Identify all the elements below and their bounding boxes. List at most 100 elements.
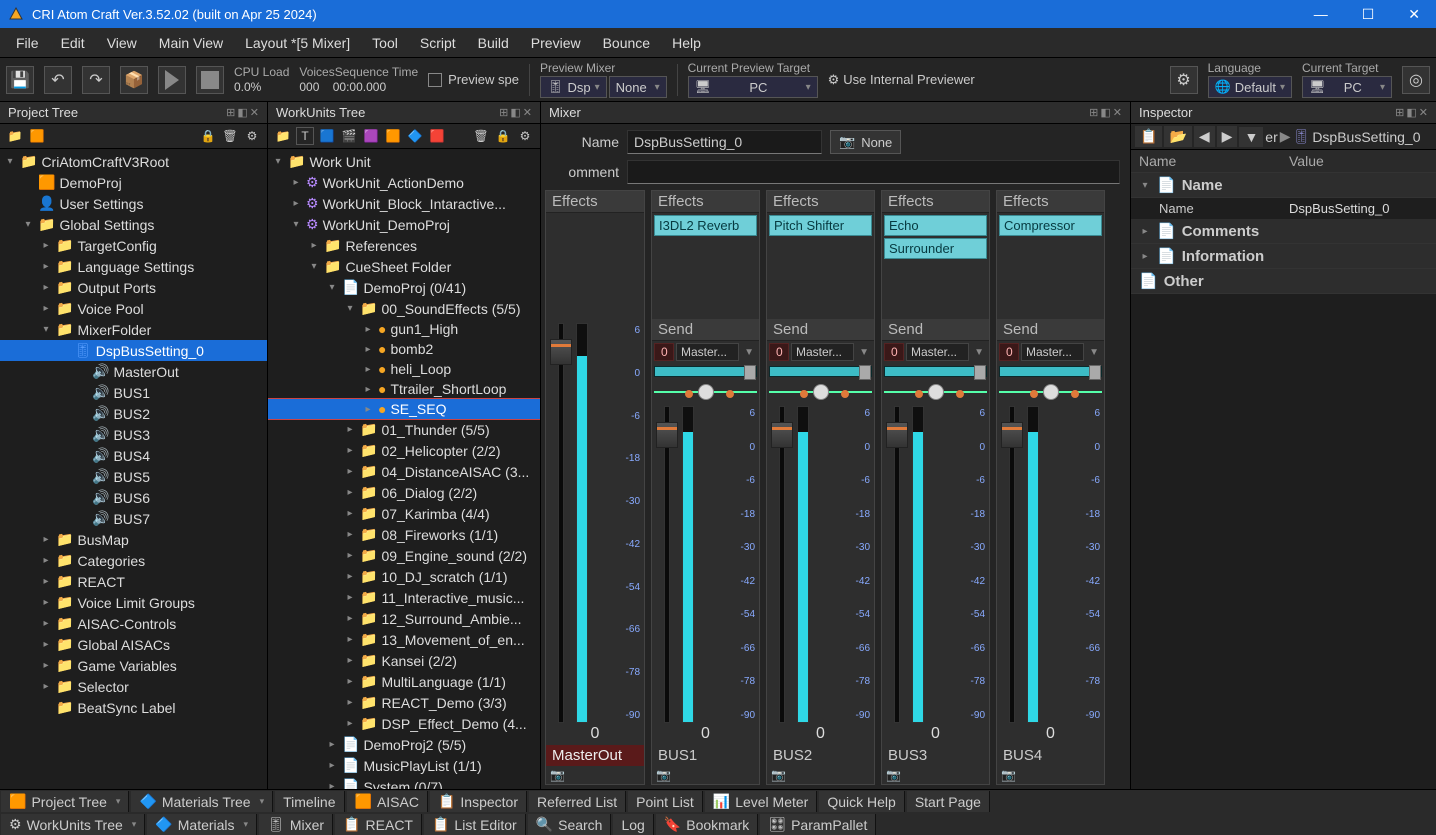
fader[interactable] (548, 323, 574, 723)
tree-item[interactable]: ▸📄 DemoProj2 (5/5) (268, 734, 540, 755)
toolbar-gear-button[interactable]: ⚙ (1170, 66, 1198, 94)
wu-icon-2[interactable]: 🟦 (318, 127, 336, 145)
insp-dd-button[interactable]: ▼ (1239, 127, 1263, 147)
tree-item[interactable]: ▸📁 BusMap (0, 529, 267, 550)
tree-root[interactable]: ▾📁 CriAtomCraftV3Root (0, 151, 267, 172)
fader[interactable] (654, 406, 680, 723)
workunits-tree-body[interactable]: ▾📁 Work Unit▸⚙ WorkUnit_ActionDemo▸⚙ Wor… (268, 149, 540, 789)
tree-item[interactable]: ▸📁 09_Engine_sound (2/2) (268, 545, 540, 566)
tree-item[interactable]: 🔊 BUS1 (0, 382, 267, 403)
panel-pop-icon[interactable]: ◧ (510, 106, 520, 119)
strip-name[interactable]: BUS4 (997, 745, 1104, 766)
bottom-tab-workunits-tree[interactable]: ⚙WorkUnits Tree▾ (1, 814, 145, 835)
panel-pin-icon[interactable]: ⊞ (226, 106, 235, 119)
tree-item[interactable]: ▸📁 AISAC-Controls (0, 613, 267, 634)
pan-knob[interactable] (884, 384, 987, 400)
pan-knob[interactable] (769, 384, 872, 400)
tree-item[interactable]: ▸📁 References (268, 235, 540, 256)
tree-item[interactable]: 👤 User Settings (0, 193, 267, 214)
send-slider[interactable] (769, 366, 872, 377)
tree-item[interactable]: ▸📁 TargetConfig (0, 235, 267, 256)
use-internal-label[interactable]: Use Internal Previewer (843, 72, 975, 87)
tree-item[interactable]: ▸📁 01_Thunder (5/5) (268, 419, 540, 440)
send-value[interactable]: 0 (769, 343, 789, 361)
tree-item[interactable]: ▸📁 06_Dialog (2/2) (268, 482, 540, 503)
insp-nav-1[interactable]: 📋 (1135, 126, 1162, 147)
gear-icon[interactable]: ⚙ (243, 127, 261, 145)
minimize-button[interactable]: — (1306, 2, 1336, 27)
project-tree-body[interactable]: ▾📁 CriAtomCraftV3Root🟧 DemoProj👤 User Se… (0, 149, 267, 789)
tree-item[interactable]: ▸● SE_SEQ (268, 399, 540, 419)
box-button[interactable]: 📦 (120, 66, 148, 94)
tree-item[interactable]: ▸📁 02_Helicopter (2/2) (268, 440, 540, 461)
strip-name[interactable]: BUS3 (882, 745, 989, 766)
tree-item[interactable]: ▸📁 12_Surround_Ambie... (268, 608, 540, 629)
tree-item[interactable]: ▸📁 13_Movement_of_en... (268, 629, 540, 650)
panel-close-icon[interactable]: ✕ (523, 106, 532, 119)
bottom-tab-timeline[interactable]: Timeline (275, 791, 344, 812)
tree-item[interactable]: ▸📁 07_Karimba (4/4) (268, 503, 540, 524)
panel-pop-icon[interactable]: ◧ (1100, 106, 1110, 119)
wu-icon-7[interactable]: 🟥 (428, 127, 446, 145)
menu-preview[interactable]: Preview (521, 31, 591, 55)
tree-item[interactable]: 🎚 DspBusSetting_0 (0, 340, 267, 361)
effect-chip[interactable]: Surrounder (884, 238, 987, 259)
close-button[interactable]: ✕ (1400, 2, 1428, 27)
preview-mixer-none-select[interactable]: None (609, 76, 667, 98)
undo-button[interactable]: ↶ (44, 66, 72, 94)
strip-snapshot-icon[interactable]: 📷 (652, 766, 759, 784)
lock-icon[interactable]: 🔒 (494, 127, 512, 145)
wu-icon-4[interactable]: 🟪 (362, 127, 380, 145)
insp-back-button[interactable]: ◀ (1194, 126, 1215, 147)
menu-file[interactable]: File (6, 31, 49, 55)
tree-item[interactable]: ▾📁 MixerFolder (0, 319, 267, 340)
tree-filter-icon[interactable]: 🟧 (28, 127, 46, 145)
tree-item[interactable]: ▾📁 00_SoundEffects (5/5) (268, 298, 540, 319)
send-dropdown[interactable]: ▼ (741, 347, 757, 358)
bottom-tab-log[interactable]: Log (613, 814, 653, 835)
tree-item[interactable]: ▸📁 MultiLanguage (1/1) (268, 671, 540, 692)
maximize-button[interactable]: ☐ (1354, 2, 1383, 27)
fader[interactable] (884, 406, 910, 723)
menu-view[interactable]: View (97, 31, 147, 55)
panel-close-icon[interactable]: ✕ (1113, 106, 1122, 119)
wu-icon-5[interactable]: 🟧 (384, 127, 402, 145)
effect-chip[interactable]: Pitch Shifter (769, 215, 872, 236)
tree-item[interactable]: ▸📁 08_Fireworks (1/1) (268, 524, 540, 545)
tree-item[interactable]: ▾📄 DemoProj (0/41) (268, 277, 540, 298)
gear-icon[interactable]: ⚙ (516, 127, 534, 145)
tree-item[interactable]: ▸📁 Game Variables (0, 655, 267, 676)
panel-pin-icon[interactable]: ⊞ (499, 106, 508, 119)
insp-crumb[interactable]: DspBusSetting_0 (1312, 129, 1420, 145)
bottom-tab-inspector[interactable]: 📋Inspector (430, 791, 527, 812)
current-preview-select[interactable]: 🖥PC (688, 76, 818, 98)
panel-close-icon[interactable]: ✕ (250, 106, 259, 119)
tree-item[interactable]: ▸📁 Voice Pool (0, 298, 267, 319)
menu-help[interactable]: Help (662, 31, 711, 55)
current-target-select[interactable]: 🖥PC (1302, 76, 1392, 98)
trash-icon[interactable]: 🗑 (472, 127, 490, 145)
strip-snapshot-icon[interactable]: 📷 (997, 766, 1104, 784)
send-slider[interactable] (884, 366, 987, 377)
tree-item[interactable]: ▸📁 Output Ports (0, 277, 267, 298)
bottom-tab-level-meter[interactable]: 📊Level Meter (705, 791, 818, 812)
tree-item[interactable]: 🔊 BUS4 (0, 445, 267, 466)
insp-fwd-button[interactable]: ▶ (1217, 126, 1238, 147)
menu-layout-5-mixer-[interactable]: Layout *[5 Mixer] (235, 31, 360, 55)
bottom-tab-search[interactable]: 🔍Search (528, 814, 612, 835)
tree-item[interactable]: 🔊 BUS6 (0, 487, 267, 508)
send-target[interactable]: Master... (906, 343, 969, 361)
redo-button[interactable]: ↷ (82, 66, 110, 94)
tree-item[interactable]: ▸● bomb2 (268, 339, 540, 359)
tree-item[interactable]: ▸📁 DSP_Effect_Demo (4... (268, 713, 540, 734)
tree-nav-icon[interactable]: 📁 (6, 127, 24, 145)
mixer-name-input[interactable] (627, 130, 822, 154)
send-value[interactable]: 0 (884, 343, 904, 361)
bottom-tab-start-page[interactable]: Start Page (907, 791, 990, 812)
wu-icon-t[interactable]: T (296, 127, 314, 145)
send-target[interactable]: Master... (676, 343, 739, 361)
menu-script[interactable]: Script (410, 31, 466, 55)
panel-pin-icon[interactable]: ⊞ (1395, 106, 1404, 119)
menu-build[interactable]: Build (468, 31, 519, 55)
panel-pop-icon[interactable]: ◧ (237, 106, 247, 119)
